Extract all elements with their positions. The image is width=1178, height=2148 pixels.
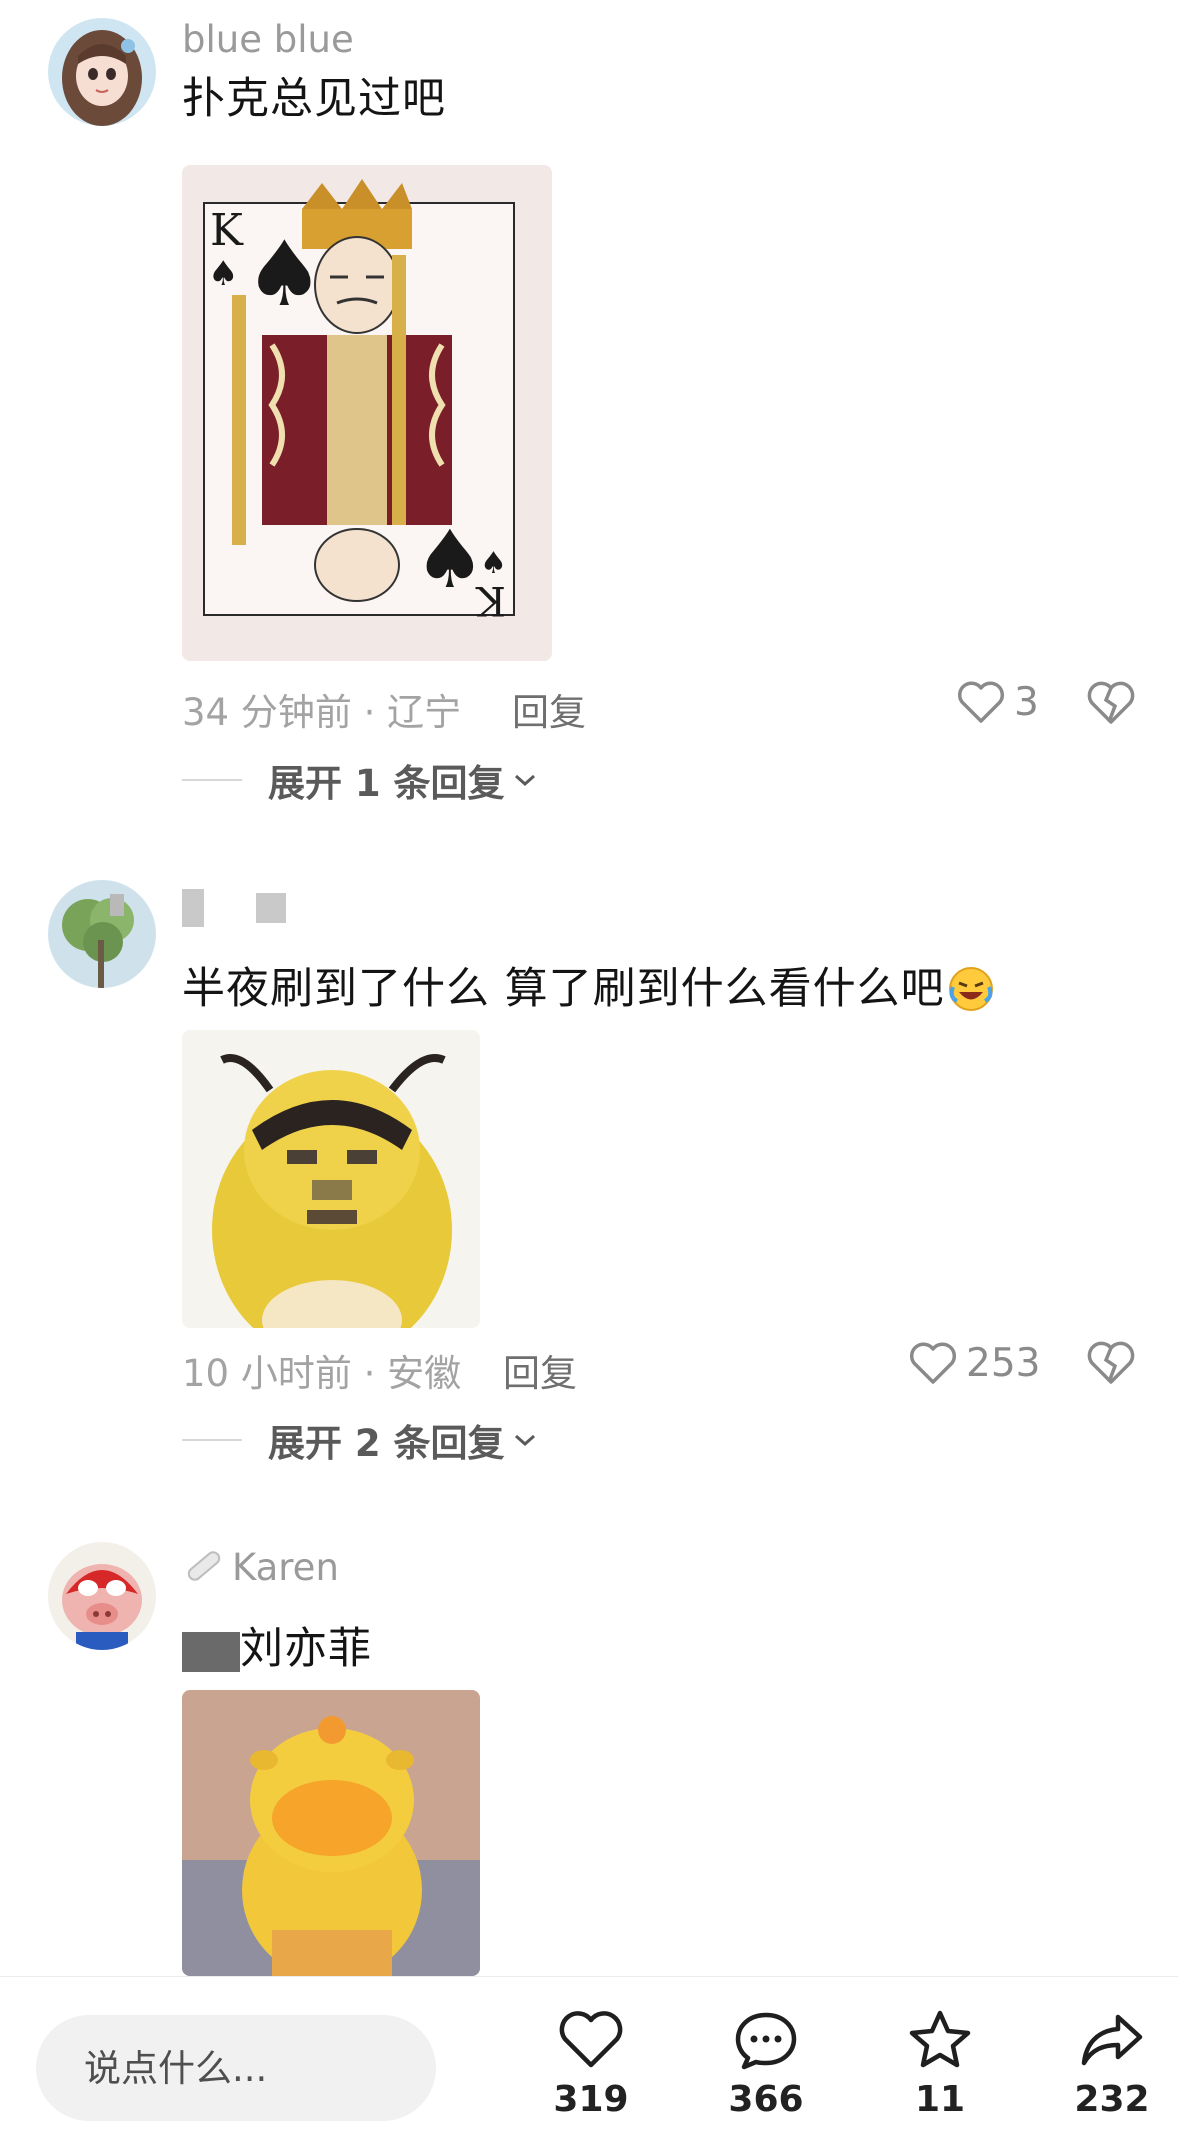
comment-count: 366 <box>728 2079 804 2120</box>
like-button[interactable]: 3 <box>956 676 1039 728</box>
like-count: 3 <box>1014 679 1039 725</box>
heart-outline-icon <box>957 681 1005 723</box>
comment-text: 刘亦菲 <box>182 1614 372 1676</box>
bandage-icon <box>187 1551 221 1581</box>
chevron-down-icon <box>514 1434 535 1447</box>
blurred-username <box>182 888 204 927</box>
comment-action[interactable]: 366 <box>706 1995 826 2145</box>
comment-image[interactable]: K ♠ ♠ ♠ ♠ K <box>182 165 552 661</box>
avatar[interactable] <box>48 18 156 126</box>
star-outline-icon <box>909 2010 971 2068</box>
laughing-crying-emoji-icon <box>948 967 993 1011</box>
blurred-text <box>182 1631 240 1672</box>
comment-bubble-icon <box>735 2012 797 2070</box>
comment-image[interactable] <box>182 1030 480 1328</box>
heart-outline-icon <box>909 1342 957 1384</box>
divider <box>182 779 242 781</box>
like-button[interactable]: 253 <box>908 1337 1040 1389</box>
avatar-anime-girl <box>48 18 156 126</box>
favorite-action[interactable]: 11 <box>880 1995 1000 2145</box>
svg-text:♠: ♠ <box>480 546 507 581</box>
blurred-username <box>255 892 286 923</box>
comment-text: 扑克总见过吧 <box>182 74 446 124</box>
favorite-count: 11 <box>914 2079 966 2120</box>
username[interactable]: blue blue <box>182 18 354 61</box>
comment-image[interactable] <box>182 1690 480 1976</box>
avatar-tree-photo <box>48 880 156 988</box>
share-count: 232 <box>1074 2079 1150 2120</box>
yellow-capybara-meme <box>182 1690 480 1976</box>
king-of-spades-card: K ♠ ♠ ♠ ♠ K <box>182 165 552 661</box>
comment-text: 半夜刷到了什么 算了刷到什么看什么吧 <box>182 954 995 1016</box>
like-count: 253 <box>966 1340 1041 1386</box>
like-action[interactable]: 319 <box>531 1995 651 2145</box>
share-action[interactable]: 232 <box>1052 1995 1172 2145</box>
svg-text:K: K <box>475 577 506 623</box>
yellow-character-meme <box>182 1030 480 1328</box>
comment-time-location: 10 小时前 · 安徽 <box>182 1352 462 1395</box>
reply-button[interactable]: 回复 <box>503 1343 577 1397</box>
avatar-spider-pig <box>48 1542 156 1650</box>
svg-text:K: K <box>210 205 244 256</box>
chevron-down-icon <box>514 774 535 787</box>
like-count: 319 <box>553 2079 629 2120</box>
comment-input[interactable] <box>36 2015 436 2121</box>
expand-replies-button[interactable]: 展开 2 条回复 <box>182 1416 539 1465</box>
svg-text:♠: ♠ <box>208 254 238 294</box>
username[interactable]: Karen <box>182 1544 339 1589</box>
avatar[interactable] <box>48 880 156 988</box>
divider <box>182 1439 242 1441</box>
username[interactable] <box>182 884 286 927</box>
svg-text:♠: ♠ <box>414 513 486 606</box>
expand-replies-button[interactable]: 展开 1 条回复 <box>182 756 539 805</box>
share-arrow-icon <box>1081 2014 1143 2066</box>
heart-outline-icon <box>559 2011 623 2068</box>
expand-label: 展开 1 条回复 <box>268 762 505 805</box>
broken-heart-icon[interactable] <box>1086 1338 1136 1386</box>
bottom-action-bar: 319 366 11 232 <box>0 1976 1178 2148</box>
comment-time-location: 34 分钟前 · 辽宁 <box>182 691 462 734</box>
avatar[interactable] <box>48 1542 156 1650</box>
reply-button[interactable]: 回复 <box>512 682 586 736</box>
broken-heart-icon[interactable] <box>1086 678 1136 726</box>
expand-label: 展开 2 条回复 <box>268 1422 505 1465</box>
